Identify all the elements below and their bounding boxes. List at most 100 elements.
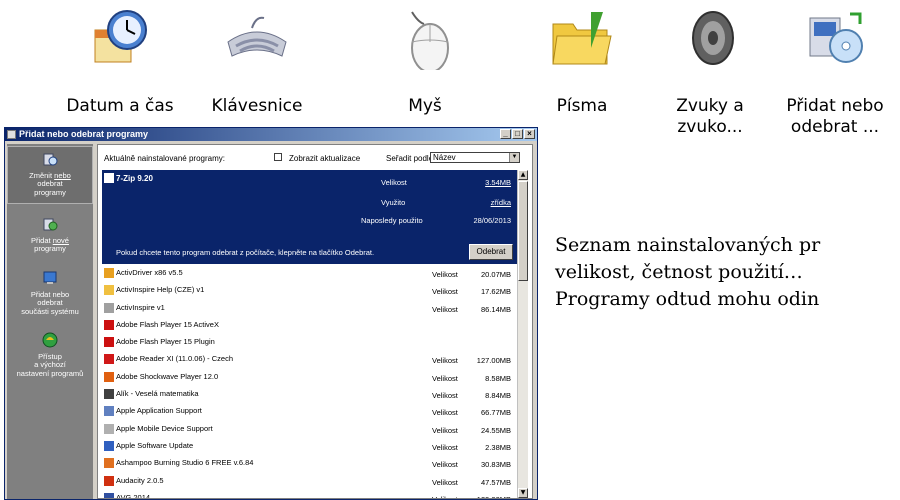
scroll-down-button[interactable]: ▼ <box>518 488 528 498</box>
program-size: 8.58MB <box>485 373 511 383</box>
remove-button[interactable]: Odebrat <box>469 244 513 260</box>
program-size-label: Velikost <box>432 477 458 487</box>
program-size-label: Velikost <box>432 270 458 279</box>
installed-programs-label: Aktuálně nainstalované programy: <box>104 154 225 163</box>
cp-item-sounds[interactable]: Zvuky a zvuko... <box>650 8 770 138</box>
remove-hint: Pokud chcete tento program odebrat z poč… <box>116 248 375 257</box>
program-size-label: Velikost <box>432 391 458 401</box>
program-icon <box>104 406 114 417</box>
program-row[interactable]: ActivInspire v1 Velikost 86.14MB <box>102 299 517 316</box>
program-row[interactable]: Adobe Reader XI (11.0.06) - Czech Velikos… <box>102 350 517 367</box>
program-size: 129.00MB <box>477 495 511 498</box>
program-size: 17.62MB <box>480 287 511 297</box>
keyboard-icon <box>227 16 287 57</box>
window-controls: _ □ × <box>500 129 535 139</box>
sort-by-select[interactable]: Název ▼ <box>430 152 520 163</box>
program-icon <box>104 475 114 486</box>
program-size: 47.57MB <box>480 477 511 487</box>
cp-label: Písma <box>556 96 608 116</box>
usage-link[interactable]: zřídka <box>491 198 511 207</box>
size-link[interactable]: 3.54MB <box>485 178 511 187</box>
programs-panel: Aktuálně nainstalované programy: Zobrazi… <box>97 144 533 499</box>
vertical-scrollbar[interactable]: ▲ ▼ <box>517 170 528 498</box>
minimize-button[interactable]: _ <box>500 129 511 139</box>
program-icon <box>104 354 114 365</box>
window-app-icon <box>7 130 16 139</box>
speaker-icon <box>692 11 734 65</box>
program-size: 2.38MB <box>485 442 511 452</box>
program-size: 30.83MB <box>480 460 511 470</box>
program-size: 127.00MB <box>476 356 511 366</box>
program-name: Apple Application Support <box>116 406 202 416</box>
program-name: ActivDriver x86 v5.5 <box>116 268 183 277</box>
mouse-icon <box>411 11 449 73</box>
sort-by-label: Seřadit podle: <box>386 154 436 163</box>
program-size: 8.84MB <box>485 391 511 401</box>
program-size-label: Velikost <box>432 408 458 418</box>
cp-label: Zvuky a zvuko... <box>676 96 744 137</box>
program-row[interactable]: AVG 2014 Velikost 129.00MB <box>102 489 517 498</box>
scroll-up-button[interactable]: ▲ <box>518 170 528 180</box>
show-updates-checkbox[interactable] <box>274 153 282 161</box>
cp-label: Myš <box>408 96 442 116</box>
scroll-thumb[interactable] <box>518 181 528 281</box>
program-icon <box>104 337 114 348</box>
program-icon <box>104 319 114 330</box>
program-row[interactable]: Apple Software Update Velikost 2.38MB <box>102 437 517 454</box>
cp-item-date-time[interactable]: Datum a čas <box>60 8 180 117</box>
program-name: Apple Mobile Device Support <box>116 423 213 433</box>
chevron-down-icon[interactable]: ▼ <box>509 153 519 162</box>
program-size-label: Velikost <box>432 356 458 366</box>
show-updates-label[interactable]: Zobrazit aktualizace <box>289 154 360 163</box>
cp-item-add-remove[interactable]: Přidat nebo odebrat ... <box>775 8 895 138</box>
program-size: 66.77MB <box>480 408 511 418</box>
program-size: 24.55MB <box>480 425 511 435</box>
sidebar-item-change-remove[interactable]: Změnit nebo odebrat programy <box>7 146 93 204</box>
program-name: Ashampoo Burning Studio 6 FREE v.6.84 <box>116 458 254 468</box>
program-icon <box>104 440 114 451</box>
program-row[interactable]: Alík - Veselá matematika Velikost 8.84MB <box>102 385 517 402</box>
program-row[interactable]: ActivInspire Help (CZE) v1 Velikost 17.62M… <box>102 281 517 298</box>
program-row[interactable]: Adobe Flash Player 15 Plugin <box>102 333 517 350</box>
sort-by-value: Název <box>433 153 456 162</box>
program-icon <box>104 458 114 469</box>
program-row[interactable]: Audacity 2.0.5 Velikost 47.57MB <box>102 472 517 489</box>
cp-item-mouse[interactable]: Myš <box>365 8 485 117</box>
program-name: ActivInspire v1 <box>116 302 165 312</box>
program-size-label: Velikost <box>432 460 458 470</box>
sidebar-item-windows-components[interactable]: Přidat nebo odebrat součásti systému <box>7 270 93 316</box>
annotation-text: Seznam nainstalovaných pr velikost, četn… <box>555 234 821 310</box>
program-row[interactable]: Apple Application Support Velikost 66.77MB <box>102 402 517 419</box>
selected-program-row[interactable]: 7-Zip 9.20 Velikost 3.54MB Využito zřídk… <box>102 170 517 264</box>
cp-item-keyboard[interactable]: Klávesnice <box>197 8 317 117</box>
program-row[interactable]: ActivDriver x86 v5.5 Velikost 20.07MB <box>102 264 517 281</box>
program-row[interactable]: Ashampoo Burning Studio 6 FREE v.6.84 Vel… <box>102 454 517 471</box>
sidebar-item-program-access[interactable]: Přístup a výchozí nastavení programů <box>7 332 93 378</box>
program-icon <box>104 285 114 296</box>
program-name: Adobe Flash Player 15 Plugin <box>116 337 215 347</box>
window-title: Přidat nebo odebrat programy <box>19 129 149 139</box>
programs-list: 7-Zip 9.20 Velikost 3.54MB Využito zřídk… <box>102 170 517 498</box>
maximize-button[interactable]: □ <box>512 129 523 139</box>
cp-label: Klávesnice <box>211 96 303 116</box>
program-name: Audacity 2.0.5 <box>116 475 164 485</box>
cp-label: Datum a čas <box>66 96 174 116</box>
program-name: ActivInspire Help (CZE) v1 <box>116 285 205 295</box>
program-name: AVG 2014 <box>116 492 151 498</box>
add-remove-programs-icon <box>809 12 863 63</box>
program-name: 7-Zip 9.20 <box>116 174 153 183</box>
window-titlebar[interactable]: Přidat nebo odebrat programy _ □ × <box>5 128 537 141</box>
clock-calendar-icon <box>94 10 147 63</box>
add-remove-programs-window: Přidat nebo odebrat programy _ □ × Změni… <box>4 127 538 500</box>
close-button[interactable]: × <box>524 129 535 139</box>
program-name: Adobe Flash Player 15 ActiveX <box>116 319 219 329</box>
change-remove-icon <box>43 153 58 166</box>
program-icon <box>104 302 114 313</box>
program-size: 20.07MB <box>480 270 511 279</box>
sidebar-item-add-new[interactable]: Přidat nové programy <box>7 216 93 254</box>
cp-item-fonts[interactable]: Písma <box>522 8 642 117</box>
program-row[interactable]: Adobe Flash Player 15 ActiveX <box>102 316 517 333</box>
7zip-icon <box>104 173 114 183</box>
program-row[interactable]: Apple Mobile Device Support Velikost 24.55… <box>102 420 517 437</box>
program-row[interactable]: Adobe Shockwave Player 12.0 Velikost 8.58M… <box>102 368 517 385</box>
